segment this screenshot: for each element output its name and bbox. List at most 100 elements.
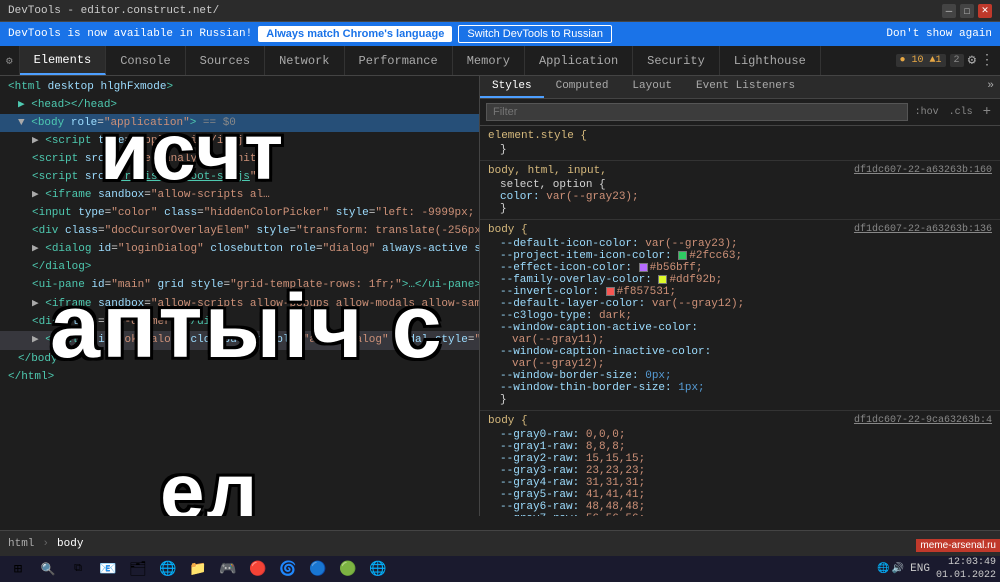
- style-prop: select, option {: [488, 179, 992, 191]
- dom-line: <div class="docCursorOverlayElem" style=…: [0, 222, 479, 240]
- add-style-icon[interactable]: +: [980, 102, 994, 122]
- taskbar-chrome[interactable]: 🌐: [364, 558, 392, 580]
- taskbar-app-4[interactable]: 📁: [184, 558, 212, 580]
- taskview-icon: ⧉: [74, 563, 82, 575]
- more-icon[interactable]: ⋮: [980, 52, 994, 69]
- minimize-button[interactable]: ─: [942, 4, 956, 18]
- filter-bar: :hov .cls +: [480, 99, 1000, 126]
- style-selector-3: body {: [488, 415, 528, 427]
- maximize-button[interactable]: □: [960, 4, 974, 18]
- style-prop: var(--gray12);: [488, 358, 992, 370]
- hov-toggle[interactable]: :hov: [912, 105, 942, 120]
- dont-show-button[interactable]: Don't show again: [886, 28, 992, 40]
- tab-layout[interactable]: Layout: [620, 76, 684, 98]
- taskbar-app-7[interactable]: 🌀: [274, 558, 302, 580]
- style-prop: color: var(--gray23);: [488, 191, 992, 203]
- taskbar-app-3[interactable]: 🌐: [154, 558, 182, 580]
- title-bar-controls: ─ □ ✕: [942, 4, 992, 18]
- breadcrumb-body[interactable]: body: [57, 538, 83, 550]
- taskbar-notifications: 🌐 🔊: [877, 563, 904, 575]
- style-prop: --default-icon-color: var(--gray23);: [488, 238, 992, 250]
- taskbar-app-9[interactable]: 🟢: [334, 558, 362, 580]
- style-prop: --window-caption-inactive-color:: [488, 346, 992, 358]
- meme-text-2: аптыіч с: [50, 276, 444, 379]
- taskbar-app-2[interactable]: 🗂: [124, 558, 152, 580]
- style-prop: --project-item-icon-color: #2fcc63;: [488, 250, 992, 262]
- tab-security[interactable]: Security: [633, 46, 720, 75]
- style-prop: --default-layer-color: var(--gray12);: [488, 298, 992, 310]
- watermark: meme-arsenal.ru: [916, 539, 1000, 552]
- tab-performance[interactable]: Performance: [345, 46, 453, 75]
- style-prop: --window-caption-active-color:: [488, 322, 992, 334]
- style-prop: var(--gray11);: [488, 334, 992, 346]
- windows-icon: ⊞: [14, 561, 22, 578]
- tab-event-listeners[interactable]: Event Listeners: [684, 76, 807, 98]
- style-prop: --c3logo-type: dark;: [488, 310, 992, 322]
- style-block-2: body { df1dc607-22-a63263b:136 --default…: [480, 220, 1000, 411]
- tab-styles[interactable]: Styles: [480, 76, 544, 98]
- style-source-2[interactable]: df1dc607-22-a63263b:136: [854, 224, 992, 238]
- style-prop: --gray7-raw: 56,56,56;: [488, 513, 992, 516]
- styles-tabs: Styles Computed Layout Event Listeners »: [480, 76, 1000, 99]
- taskbar-clock: 12:03:49 01.01.2022: [936, 556, 996, 582]
- style-source-1[interactable]: df1dc607-22-a63263b:160: [854, 165, 992, 179]
- tab-computed[interactable]: Computed: [544, 76, 621, 98]
- notification-text: DevTools is now available in Russian!: [8, 28, 252, 40]
- dom-line: <input type="color" class="hiddenColorPi…: [0, 204, 479, 222]
- style-prop: --effect-icon-color: #b56bff;: [488, 262, 992, 274]
- breadcrumb-html[interactable]: html: [8, 538, 34, 550]
- style-prop: --gray4-raw: 31,31,31;: [488, 477, 992, 489]
- taskbar-app-6[interactable]: 🔴: [244, 558, 272, 580]
- search-button[interactable]: 🔍: [34, 558, 62, 580]
- style-closing: }: [488, 144, 992, 156]
- tab-lighthouse[interactable]: Lighthouse: [720, 46, 821, 75]
- styles-panel: Styles Computed Layout Event Listeners »…: [480, 76, 1000, 516]
- match-language-button[interactable]: Always match Chrome's language: [258, 26, 452, 42]
- dom-line: </dialog>: [0, 258, 479, 276]
- title-bar-text: DevTools - editor.construct.net/: [8, 5, 219, 17]
- taskbar: ⊞ 🔍 ⧉ 📧 🗂 🌐 📁 🎮 🔴 🌀 🔵 🟢 🌐 🌐 🔊 ENG: [0, 556, 1000, 582]
- style-prop: --window-border-size: 0px;: [488, 370, 992, 382]
- style-selector-1: body, html, input,: [488, 165, 607, 177]
- network-icon: 🌐: [877, 563, 889, 575]
- style-prop: --gray0-raw: 0,0,0;: [488, 429, 992, 441]
- style-prop: --gray2-raw: 15,15,15;: [488, 453, 992, 465]
- switch-russian-button[interactable]: Switch DevTools to Russian: [458, 25, 612, 43]
- style-source-3[interactable]: df1dc607-22-9ca63263b:4: [854, 415, 992, 429]
- main-content: <html desktop hlghFxmode> ▶ <head></head…: [0, 76, 1000, 516]
- dom-line: ▶ <dialog id="loginDialog" closebutton r…: [0, 240, 479, 258]
- taskview-button[interactable]: ⧉: [64, 558, 92, 580]
- clock-date: 01.01.2022: [936, 569, 996, 582]
- tab-memory[interactable]: Memory: [453, 46, 525, 75]
- title-bar: DevTools - editor.construct.net/ ─ □ ✕: [0, 0, 1000, 22]
- start-button[interactable]: ⊞: [4, 558, 32, 580]
- taskbar-app-5[interactable]: 🎮: [214, 558, 242, 580]
- tab-elements[interactable]: Elements: [20, 46, 107, 75]
- volume-icon: 🔊: [892, 563, 904, 575]
- more-tabs-icon[interactable]: »: [981, 76, 1000, 98]
- notification-bar: DevTools is now available in Russian! Al…: [0, 22, 1000, 46]
- clock-time: 12:03:49: [936, 556, 996, 569]
- tab-icon-elements[interactable]: ⚙: [0, 46, 20, 75]
- style-prop: --family-overlay-color: #ddf92b;: [488, 274, 992, 286]
- cls-toggle[interactable]: .cls: [946, 105, 976, 120]
- style-prop: --gray5-raw: 41,41,41;: [488, 489, 992, 501]
- taskbar-app-1[interactable]: 📧: [94, 558, 122, 580]
- style-block-3: body { df1dc607-22-9ca63263b:4 --gray0-r…: [480, 411, 1000, 516]
- taskbar-app-8[interactable]: 🔵: [304, 558, 332, 580]
- tab-application[interactable]: Application: [525, 46, 633, 75]
- language-indicator[interactable]: ENG: [910, 563, 930, 575]
- style-selector-2: body {: [488, 224, 528, 236]
- settings-icon[interactable]: ⚙: [968, 52, 976, 69]
- style-prop: --gray3-raw: 23,23,23;: [488, 465, 992, 477]
- tab-console[interactable]: Console: [106, 46, 185, 75]
- close-button[interactable]: ✕: [978, 4, 992, 18]
- style-prop: --invert-color: #f857531;: [488, 286, 992, 298]
- search-icon: 🔍: [41, 562, 56, 577]
- tab-network[interactable]: Network: [265, 46, 344, 75]
- breadcrumb-bar: html › body: [0, 530, 1000, 556]
- filter-input[interactable]: [486, 103, 908, 121]
- style-block-element: element.style { }: [480, 126, 1000, 161]
- tab-sources[interactable]: Sources: [186, 46, 265, 75]
- taskbar-right: 🌐 🔊 ENG 12:03:49 01.01.2022: [877, 556, 996, 582]
